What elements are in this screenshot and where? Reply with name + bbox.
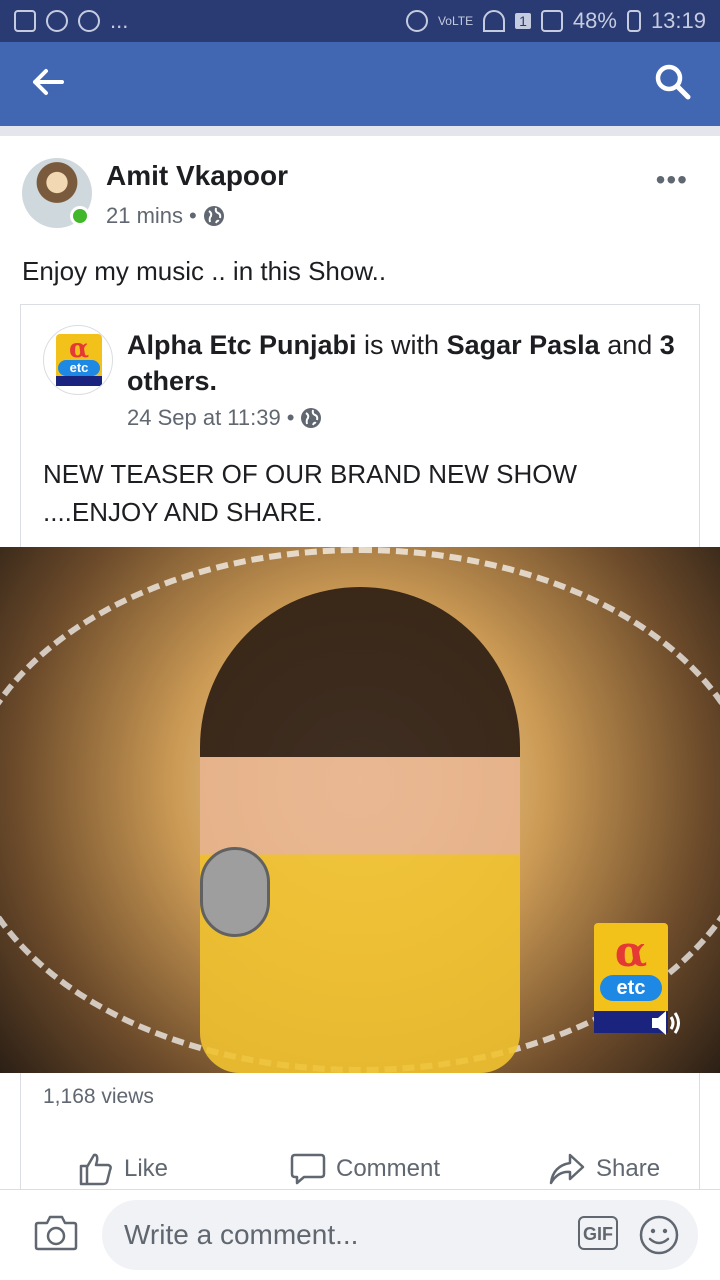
- post-meta: 21 mins •: [106, 203, 225, 229]
- page-name[interactable]: Alpha Etc Punjabi: [127, 330, 357, 360]
- comment-button[interactable]: Comment: [290, 1152, 440, 1186]
- status-bar: ... VoLTE 1 48% 13:19: [0, 0, 720, 42]
- shared-post[interactable]: α etc Alpha Etc Punjabi is with Sagar Pa…: [0, 304, 720, 1262]
- post-time[interactable]: 21 mins: [106, 203, 183, 229]
- emoji-button[interactable]: [638, 1214, 680, 1261]
- chat-icon: [78, 10, 100, 32]
- video-performer: [200, 587, 520, 1073]
- arrow-left-icon: [33, 68, 64, 95]
- shared-post-text: NEW TEASER OF OUR BRAND NEW SHOW ....ENJ…: [43, 459, 577, 527]
- camera-icon: [34, 1215, 78, 1251]
- more-notifications: ...: [110, 8, 129, 33]
- app-bar: [0, 42, 720, 126]
- comment-icon: [290, 1153, 326, 1185]
- post-author[interactable]: Amit Vkapoor: [106, 160, 288, 192]
- signal-icon: [540, 10, 563, 32]
- back-button[interactable]: [32, 68, 64, 101]
- like-button[interactable]: Like: [78, 1152, 168, 1186]
- like-label: Like: [124, 1155, 169, 1182]
- sim-badge: 1: [515, 13, 531, 29]
- shared-post-header: Alpha Etc Punjabi is with Sagar Pasla an…: [127, 330, 675, 396]
- battery-icon: [626, 10, 641, 32]
- alpha-etc-logo: α etc: [56, 334, 102, 386]
- camera-button[interactable]: [34, 1214, 78, 1257]
- volume-icon: [652, 1011, 680, 1035]
- globe-icon: [301, 408, 322, 428]
- volte-label: VoLTE: [437, 14, 474, 28]
- share-button[interactable]: Share: [548, 1152, 660, 1186]
- post-text: Enjoy my music .. in this Show..: [22, 256, 387, 286]
- shared-post-meta: 24 Sep at 11:39 •: [127, 405, 322, 431]
- online-indicator: [70, 206, 90, 226]
- search-button[interactable]: [654, 63, 692, 106]
- wifi-icon: [483, 10, 506, 32]
- share-label: Share: [596, 1155, 661, 1182]
- status-left: ...: [14, 8, 128, 34]
- share-arrow-icon: [549, 1153, 585, 1185]
- page-avatar[interactable]: α etc: [43, 325, 113, 395]
- video-player[interactable]: α etc: [0, 547, 720, 1073]
- tagged-name[interactable]: Sagar Pasla: [447, 330, 600, 360]
- battery-level: 48%: [572, 8, 617, 33]
- status-right: VoLTE 1 48% 13:19: [405, 8, 706, 34]
- comment-composer: Write a comment... GIF: [0, 1190, 720, 1280]
- comment-input[interactable]: Write a comment... GIF: [102, 1200, 698, 1270]
- post-options-button[interactable]: •••: [656, 164, 688, 196]
- globe-icon: [203, 206, 224, 226]
- emoji-icon: [639, 1215, 679, 1255]
- shared-post-date[interactable]: 24 Sep at 11:39: [127, 405, 281, 431]
- gif-button[interactable]: GIF: [578, 1216, 618, 1250]
- thumbs-up-icon: [79, 1153, 112, 1186]
- microphone-image: [200, 847, 270, 937]
- search-icon: [655, 64, 691, 99]
- comment-label: Comment: [336, 1155, 441, 1182]
- feed-separator: [0, 126, 720, 136]
- alarm-icon: [405, 10, 428, 32]
- gallery-icon: [14, 10, 36, 32]
- view-count: 1,168 views: [43, 1085, 154, 1108]
- clock: 13:19: [650, 8, 706, 33]
- volume-button[interactable]: [648, 1005, 688, 1045]
- comment-placeholder: Write a comment...: [124, 1219, 359, 1250]
- app-icon: [46, 10, 68, 32]
